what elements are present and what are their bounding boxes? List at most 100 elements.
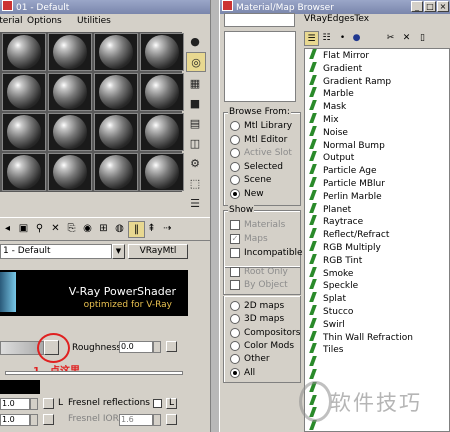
sample-slot[interactable] [140, 153, 184, 191]
assign-icon[interactable]: ⚲ [32, 221, 47, 236]
material-name-field[interactable]: 1 - Default [0, 244, 112, 259]
copy-icon[interactable]: ⎘ [64, 221, 79, 236]
sample-slot[interactable] [94, 113, 138, 151]
map-list-item[interactable] [305, 356, 449, 369]
checkbox-icon[interactable] [230, 248, 240, 258]
radio-icon[interactable] [230, 175, 240, 185]
browse-from-option[interactable]: Selected [230, 161, 283, 173]
delete-from-library-icon[interactable]: ✂ [384, 31, 397, 44]
roughness-map-button[interactable] [166, 341, 177, 352]
view-large-icons-icon[interactable]: ● [350, 31, 363, 44]
map-list-item[interactable]: Mix [305, 112, 449, 126]
put-library-icon[interactable]: ⊞ [96, 221, 111, 236]
get-material-icon[interactable]: ◂ [0, 221, 15, 236]
show-map-icon[interactable]: ◍ [112, 221, 127, 236]
map-category-option[interactable]: All [230, 367, 255, 379]
menu-material[interactable]: Material [0, 14, 23, 28]
map-list-item[interactable]: Gradient [305, 61, 449, 75]
subdivs-map-button[interactable] [43, 414, 54, 425]
radio-icon[interactable] [230, 121, 240, 131]
subdivs-spinner[interactable] [30, 414, 38, 426]
make-preview-icon[interactable]: ◫ [186, 134, 204, 152]
map-list-item[interactable]: Planet [305, 202, 449, 216]
radio-icon[interactable] [230, 301, 240, 311]
go-parent-icon[interactable]: ⇞ [144, 221, 159, 236]
radio-icon[interactable] [230, 354, 240, 365]
backlight-icon[interactable]: ◎ [186, 52, 206, 72]
map-category-option[interactable]: 2D maps [230, 300, 284, 312]
map-list-item[interactable]: Normal Bump [305, 138, 449, 152]
pick-material-dropdown[interactable]: ▼ [112, 244, 125, 259]
radio-icon[interactable] [230, 148, 240, 158]
map-category-option[interactable]: 3D maps [230, 313, 284, 325]
sample-slot[interactable] [94, 73, 138, 111]
put-material-icon[interactable]: ▣ [16, 221, 31, 236]
close-icon[interactable]: × [437, 1, 449, 12]
map-list-item[interactable]: Flat Mirror [305, 49, 449, 62]
map-category-option[interactable]: Compositors [230, 327, 300, 339]
browse-from-option[interactable]: Scene [230, 174, 271, 186]
fresnel-ior-field[interactable]: 1.6 [119, 414, 153, 426]
video-check-icon[interactable]: ▤ [186, 114, 204, 132]
browse-from-option[interactable]: Active Slot [230, 147, 292, 159]
browse-from-option[interactable]: New [230, 188, 264, 200]
map-list-item[interactable]: Swirl [305, 317, 449, 331]
glossiness-map-button[interactable] [43, 398, 54, 409]
sample-slot[interactable] [48, 33, 92, 71]
menu-options[interactable]: Options [27, 14, 62, 28]
checker-background-icon[interactable]: ▦ [186, 74, 204, 92]
map-list-item[interactable]: Mask [305, 100, 449, 113]
sample-slot[interactable] [140, 113, 184, 151]
subdivs-field[interactable]: 1.0 [0, 414, 30, 426]
clear-library-icon[interactable]: ✕ [400, 31, 413, 44]
fresnel-reflections-checkbox[interactable] [153, 399, 162, 408]
map-list-item[interactable]: Thin Wall Refraction [305, 330, 449, 344]
radio-icon[interactable] [230, 367, 240, 378]
browse-from-option[interactable]: Mtl Library [230, 120, 292, 132]
go-forward-icon[interactable]: ⇢ [160, 221, 175, 236]
reset-icon[interactable]: ✕ [48, 221, 63, 236]
show-end-result-icon[interactable]: ‖ [128, 221, 145, 238]
unique-icon[interactable]: ◉ [80, 221, 95, 236]
map-list-item[interactable]: Smoke [305, 266, 449, 280]
material-type-button[interactable]: VRayMtl [128, 244, 188, 259]
library-page-icon[interactable]: ▯ [416, 31, 429, 44]
sample-slot[interactable] [2, 73, 46, 111]
fresnel-ior-map-button[interactable] [166, 414, 177, 425]
sample-slot[interactable] [2, 153, 46, 191]
reflect-color-swatch[interactable] [0, 380, 40, 394]
show-option[interactable]: Incompatible [230, 247, 303, 259]
map-list-item[interactable]: Splat [305, 292, 449, 305]
show-option[interactable]: Materials [230, 219, 285, 231]
sample-slot[interactable] [48, 73, 92, 111]
fresnel-ior-spinner[interactable] [153, 414, 161, 426]
radio-icon[interactable] [230, 327, 240, 338]
map-list-item[interactable]: RGB Tint [305, 253, 449, 267]
map-list-item[interactable]: Stucco [305, 304, 449, 318]
checkbox-icon[interactable] [230, 220, 240, 230]
root-option[interactable]: By Object [230, 279, 288, 291]
map-list-item[interactable]: Marble [305, 87, 449, 100]
map-list-item[interactable]: Reflect/Refract [305, 228, 449, 241]
map-list-item[interactable]: Perlin Marble [305, 189, 449, 203]
maximize-icon[interactable]: □ [424, 1, 436, 12]
sample-slot[interactable] [2, 33, 46, 71]
roughness-field[interactable]: 0.0 [119, 341, 153, 353]
map-list-item[interactable] [305, 368, 449, 382]
glossiness-spinner[interactable] [30, 398, 38, 410]
map-category-option[interactable]: Color Mods [230, 340, 294, 352]
map-list-item[interactable]: Tiles [305, 343, 449, 356]
browse-from-option[interactable]: Mtl Editor [230, 134, 287, 146]
show-option[interactable]: ✓ Maps [230, 233, 268, 245]
menu-utilities[interactable]: Utilities [77, 14, 111, 28]
map-list-item[interactable]: Noise [305, 125, 449, 139]
radio-icon[interactable] [230, 340, 240, 351]
map-list-item[interactable]: Gradient Ramp [305, 74, 449, 88]
map-list-item[interactable] [305, 420, 449, 431]
sample-slot[interactable] [48, 153, 92, 191]
view-small-icons-icon[interactable]: • [336, 31, 349, 44]
sample-slot[interactable] [140, 33, 184, 71]
sample-slot[interactable] [94, 33, 138, 71]
sample-type-sphere-icon[interactable]: ● [186, 32, 204, 50]
radio-icon[interactable] [230, 134, 240, 145]
